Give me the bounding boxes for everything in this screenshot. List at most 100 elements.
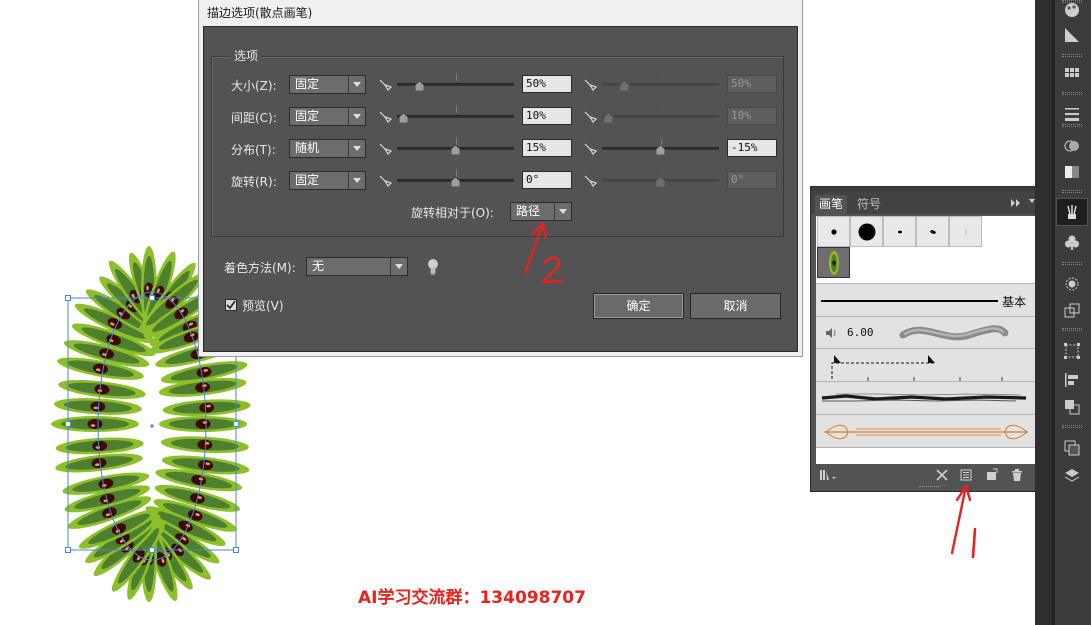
panel-bottom-bar xyxy=(811,465,1050,491)
options-group-label: 选项 xyxy=(230,47,263,64)
delete-brush-icon[interactable] xyxy=(1010,468,1024,482)
dock-collapse-column[interactable] xyxy=(1035,0,1052,625)
row-method-value: 固定 xyxy=(295,77,320,91)
bounding-box-handle xyxy=(149,295,155,301)
row-method-dropdown[interactable]: 固定 xyxy=(289,107,366,126)
preview-checkbox[interactable] xyxy=(225,299,237,311)
basic-stroke-line xyxy=(821,300,998,302)
min-slider-thumb[interactable] xyxy=(450,144,461,156)
min-value-slider[interactable] xyxy=(397,115,514,118)
ok-button[interactable]: 确定 xyxy=(593,293,684,319)
min-value-field[interactable]: 50% xyxy=(522,75,572,93)
tips-bulb-icon[interactable] xyxy=(426,258,440,276)
brushes-panel: 画笔 符号 基本 6.00 xyxy=(810,186,1051,492)
artboards-icon[interactable] xyxy=(1056,434,1088,462)
dock-group-grip[interactable] xyxy=(1062,425,1082,428)
dropdown-separator xyxy=(390,258,391,275)
gradient-icon[interactable] xyxy=(1056,21,1088,49)
max-slider-thumb xyxy=(603,112,614,124)
brushes-icon[interactable] xyxy=(1056,198,1088,226)
new-brush-icon[interactable] xyxy=(984,468,998,482)
symbols-icon[interactable] xyxy=(1056,228,1088,256)
brush-row-calligraphic[interactable]: 6.00 xyxy=(816,316,1037,348)
bounding-box-handle xyxy=(149,547,155,553)
row-method-value: 固定 xyxy=(295,109,320,123)
brush-row-orange-art[interactable] xyxy=(816,414,1037,448)
dock-group-grip[interactable] xyxy=(1062,54,1082,57)
dialog-body: 选项 大小(Z): 固定 50% 50% 间距(C): 固定 10% 10% 分布(T): 随机 1… xyxy=(203,26,798,352)
layers-icon[interactable] xyxy=(1056,462,1088,490)
row-method-value: 固定 xyxy=(295,173,320,187)
colorization-value: 无 xyxy=(312,259,325,273)
slider-center-tick xyxy=(660,74,662,81)
panel-resize-grip[interactable] xyxy=(919,486,941,489)
leaf-scatter-element xyxy=(55,437,144,455)
row-method-dropdown[interactable]: 固定 xyxy=(289,75,366,94)
rotation-relative-label: 旋转相对于(O): xyxy=(411,206,494,220)
group-contact-text: AI学习交流群：134098707 xyxy=(358,588,586,608)
dock-group-grip[interactable] xyxy=(1062,190,1082,193)
min-value-field[interactable]: 10% xyxy=(522,107,572,125)
brush-swatch-calligraphic-1[interactable] xyxy=(883,216,916,247)
collapse-panel-icon[interactable] xyxy=(1010,197,1022,207)
dock-group-grip[interactable] xyxy=(1062,92,1082,95)
brush-row-charcoal[interactable] xyxy=(816,381,1037,414)
brush-swatch-calligraphic-2[interactable] xyxy=(916,216,949,247)
dropdown-separator xyxy=(348,108,349,125)
speaker-icon xyxy=(824,326,838,340)
slider-center-tick xyxy=(455,74,457,81)
row-label: 分布(T): xyxy=(231,143,276,157)
colorization-dropdown[interactable]: 无 xyxy=(306,257,408,276)
transparency-icon[interactable] xyxy=(1056,132,1088,160)
dropdown-separator xyxy=(348,172,349,189)
export-asset-icon[interactable] xyxy=(1056,297,1088,325)
row-method-dropdown[interactable]: 固定 xyxy=(289,171,366,190)
transform-icon[interactable] xyxy=(1056,337,1088,365)
brush-swatch-scatter-leaf[interactable] xyxy=(817,247,850,278)
brush-swatch-thin[interactable] xyxy=(949,216,982,247)
pressure-pen-icon xyxy=(378,78,394,92)
row-method-dropdown[interactable]: 随机 xyxy=(289,139,366,158)
max-slider-thumb[interactable] xyxy=(655,144,666,156)
swatches-icon[interactable] xyxy=(1056,61,1088,89)
max-value-field: 0° xyxy=(727,171,777,189)
max-value-field: 10% xyxy=(727,107,777,125)
align-icon[interactable] xyxy=(1056,366,1088,394)
min-value-field[interactable]: 0° xyxy=(522,171,572,189)
slider-center-tick xyxy=(660,106,662,113)
brush-list: 基本 6.00 xyxy=(816,216,1037,464)
chevron-down-icon xyxy=(351,108,362,125)
stroke-icon[interactable] xyxy=(1056,100,1088,128)
min-slider-thumb[interactable] xyxy=(398,112,409,124)
annotation-marker-2 xyxy=(541,256,564,284)
graphic-styles-icon[interactable] xyxy=(1056,270,1088,298)
dialog-title: 描边选项(散点画笔) xyxy=(207,6,313,20)
dropdown-separator xyxy=(348,140,349,157)
pressure-pen-icon xyxy=(583,78,599,92)
brush-row-dashed-arrow[interactable] xyxy=(816,348,1037,382)
bounding-box-handle xyxy=(65,421,71,427)
min-slider-thumb[interactable] xyxy=(414,80,425,92)
brush-swatch-dot-small[interactable] xyxy=(817,216,850,247)
min-value-field[interactable]: 15% xyxy=(522,139,572,157)
dock-group-grip[interactable] xyxy=(1062,262,1082,265)
pressure-pen-icon xyxy=(378,142,394,156)
brush-row-basic[interactable]: 基本 xyxy=(816,283,1037,316)
min-slider-thumb[interactable] xyxy=(450,176,461,188)
max-slider-thumb xyxy=(655,176,666,188)
cancel-button[interactable]: 取消 xyxy=(690,293,781,319)
tab-brushes[interactable]: 画笔 xyxy=(815,195,848,214)
max-value-field[interactable]: -15% xyxy=(727,139,777,157)
pressure-pen-icon xyxy=(583,174,599,188)
bounding-box-handle xyxy=(233,421,239,427)
brush-swatch-dot-large[interactable] xyxy=(850,216,883,247)
appearance-gradient-icon[interactable] xyxy=(1056,158,1088,186)
dock-group-grip[interactable] xyxy=(1062,328,1082,331)
brush-libraries-menu-icon[interactable] xyxy=(819,468,839,482)
pathfinder-icon[interactable] xyxy=(1056,393,1088,421)
pressure-pen-icon xyxy=(378,110,394,124)
dropdown-separator xyxy=(348,76,349,93)
calligraphic-stroke-preview xyxy=(899,325,1009,341)
tab-symbols[interactable]: 符号 xyxy=(853,195,885,214)
annotation-marker-1 xyxy=(971,527,977,559)
